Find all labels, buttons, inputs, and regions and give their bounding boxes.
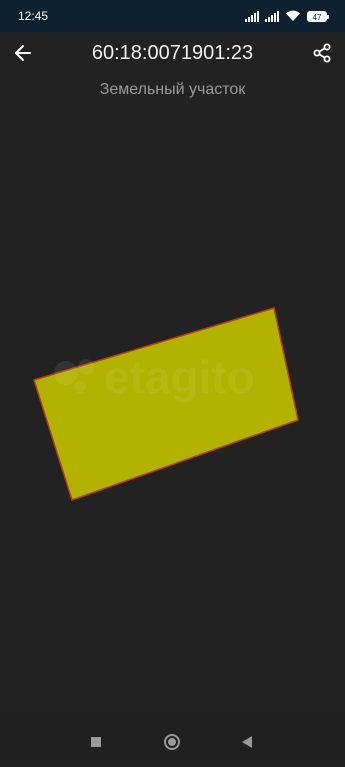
share-button[interactable] — [307, 38, 337, 68]
system-nav-bar — [0, 712, 345, 767]
signal-icon-secondary — [265, 10, 279, 22]
back-nav-button[interactable] — [235, 730, 259, 754]
status-icons: 47 — [245, 9, 329, 23]
status-bar: 12:45 47 — [0, 0, 345, 32]
signal-icon — [245, 10, 259, 22]
battery-icon: 47 — [307, 10, 329, 22]
square-icon — [91, 737, 101, 747]
app-bar: 60:18:0071901:23 Земельный участок — [0, 32, 345, 112]
page-title: 60:18:0071901:23 — [91, 42, 254, 64]
page-subtitle: Земельный участок — [99, 81, 246, 98]
screen: 12:45 47 60:18:0071901:23 Земельный учас… — [0, 0, 345, 767]
share-icon — [313, 43, 331, 63]
battery-level: 47 — [312, 12, 322, 22]
triangle-left-icon — [242, 736, 252, 748]
home-button[interactable] — [160, 730, 184, 754]
recents-button[interactable] — [84, 730, 108, 754]
parcel-map[interactable]: etagito — [0, 112, 345, 707]
land-parcel-shape[interactable] — [33, 307, 299, 501]
wifi-icon — [286, 10, 300, 21]
status-time: 12:45 — [18, 9, 49, 23]
parcel-map-canvas — [33, 307, 299, 501]
circle-icon — [164, 734, 180, 750]
